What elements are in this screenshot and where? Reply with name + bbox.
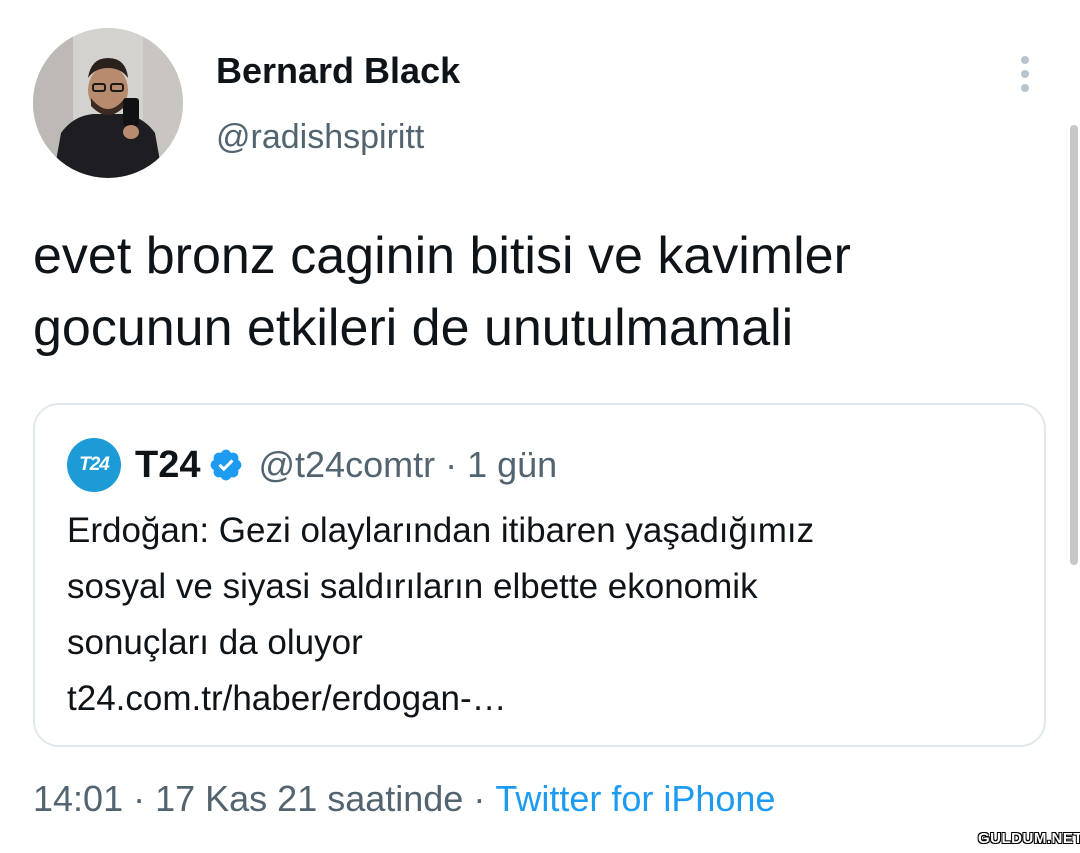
tweet-source-link[interactable]: Twitter for iPhone <box>495 778 775 820</box>
more-options-icon[interactable] <box>1010 54 1040 94</box>
quoted-tweet-header: T24 T24 @t24comtr · 1 gün <box>67 435 557 495</box>
separator-dot: · <box>133 778 146 819</box>
quoted-author-handle[interactable]: @t24comtr <box>258 444 435 486</box>
author-display-name[interactable]: Bernard Black <box>216 50 460 92</box>
avatar-photo <box>33 28 183 178</box>
author-handle[interactable]: @radishspiritt <box>216 118 424 157</box>
quoted-tweet-card[interactable]: T24 T24 @t24comtr · 1 gün Erdoğan: Gezi … <box>33 403 1046 747</box>
tweet-time[interactable]: 14:01 <box>33 778 123 820</box>
verified-badge-icon <box>211 449 242 481</box>
quoted-tweet-time[interactable]: 1 gün <box>467 444 557 486</box>
scrollbar[interactable] <box>1070 125 1078 565</box>
tweet-date[interactable]: 17 Kas 21 saatinde <box>155 778 463 820</box>
author-avatar[interactable] <box>33 28 183 178</box>
more-dot <box>1021 70 1029 78</box>
watermark: GULDUM.NET <box>978 830 1080 847</box>
separator-dot: · <box>445 444 458 485</box>
tweet-meta: 14:01 · 17 Kas 21 saatinde · Twitter for… <box>33 778 775 820</box>
quoted-author-name[interactable]: T24 <box>135 444 200 487</box>
t24-logo-avatar[interactable]: T24 <box>67 438 121 492</box>
separator-dot: · <box>473 778 486 819</box>
tweet-text: evet bronz caginin bitisi ve kavimler go… <box>33 227 851 357</box>
more-dot <box>1021 56 1029 64</box>
more-dot <box>1021 84 1029 92</box>
quoted-tweet-text: Erdoğan: Gezi olaylarından itibaren yaşa… <box>67 511 815 718</box>
